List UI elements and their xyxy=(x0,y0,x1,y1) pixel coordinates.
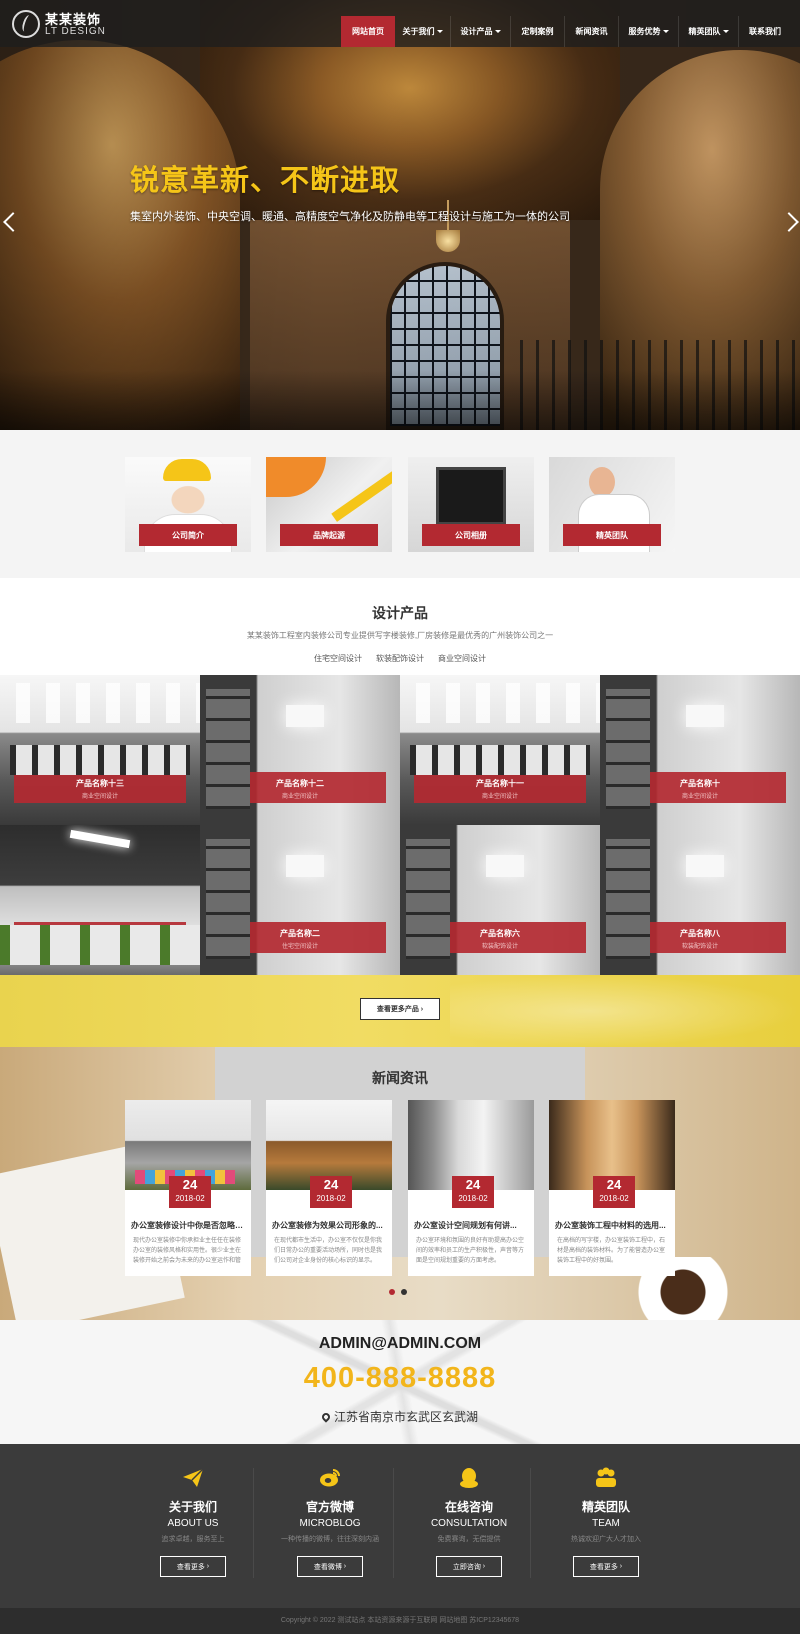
chevron-down-icon xyxy=(436,30,443,33)
more-products-button[interactable]: 查看更多产品 › xyxy=(360,998,440,1020)
feature-label: 公司简介 xyxy=(139,524,237,546)
product-name: 产品名称十一 xyxy=(476,779,524,788)
chevron-down-icon xyxy=(722,30,729,33)
product-grid: 产品名称十三 商业空间设计 产品名称十二 商业空间设计 产品名称十一 商业空间设计 产… xyxy=(0,675,800,975)
product-card[interactable]: 产品名称二住宅空间设计 xyxy=(200,825,400,975)
product-tabs: 住宅空间设计 软装配饰设计 商业空间设计 xyxy=(0,653,800,664)
logo-english: LT DESIGN xyxy=(45,26,106,37)
product-card[interactable]: 产品名称四住宅空间设计 xyxy=(0,825,200,975)
news-date-badge: 24 2018-02 xyxy=(593,1176,635,1208)
product-category: 商业空间设计 xyxy=(281,794,318,800)
news-excerpt: 现代办公室装修中你承担业主任任在装修办公室的装修风格和实用性。很少业主在装修开始… xyxy=(133,1238,242,1264)
nav-products[interactable]: 设计产品 xyxy=(451,16,511,47)
contact-address: 江苏省南京市玄武区玄武湖 xyxy=(0,1408,800,1425)
product-category: 住宅空间设计 xyxy=(281,944,318,950)
product-card[interactable]: 产品名称六软装配饰设计 xyxy=(400,825,600,975)
product-card[interactable]: 产品名称十三 商业空间设计 xyxy=(0,675,200,825)
product-card[interactable]: 产品名称十商业空间设计 xyxy=(600,675,800,825)
main-nav: 网站首页 关于我们 设计产品 定制案例 新闻资讯 服务优势 精英团队 联系我们 xyxy=(341,16,791,47)
news-title-link[interactable]: 办公室装修设计中你是否忽略了... xyxy=(131,1220,245,1231)
contact-phone: 400-888-8888 xyxy=(303,1362,497,1394)
news-title-link[interactable]: 办公室装饰工程中材料的选用... xyxy=(555,1220,669,1231)
footer-weibo-button[interactable]: 查看微博 › xyxy=(297,1556,363,1577)
map-pin-icon xyxy=(320,1411,332,1423)
carousel-dots xyxy=(389,1289,407,1295)
chevron-down-icon xyxy=(662,30,669,33)
footer-team-more-button[interactable]: 查看更多 › xyxy=(573,1556,639,1577)
news-date-badge: 24 2018-02 xyxy=(452,1176,494,1208)
product-category: 商业空间设计 xyxy=(81,794,118,800)
chevron-down-icon xyxy=(494,30,501,33)
product-name: 产品名称十二 xyxy=(276,779,324,788)
nav-cases[interactable]: 定制案例 xyxy=(511,16,565,47)
news-card[interactable]: 24 2018-02 办公室设计空间规划有何讲... 办公室环境和氛围的良好有助提… xyxy=(408,1100,534,1276)
footer-col-weibo: 官方微博 MICROBLOG 一种传播的微博，往往深刻内涵 查看微博 › xyxy=(260,1466,400,1577)
feature-card-about[interactable]: 公司简介 xyxy=(125,457,251,552)
nav-advantages[interactable]: 服务优势 xyxy=(619,16,679,47)
feature-label: 品牌起源 xyxy=(280,524,378,546)
news-title: 新闻资讯 xyxy=(372,1070,428,1086)
site-header: 某某装饰 LT DESIGN 网站首页 关于我们 设计产品 定制案例 新闻资讯 … xyxy=(0,0,800,47)
carousel-dot-active[interactable] xyxy=(389,1289,395,1295)
news-card[interactable]: 24 2018-02 办公室装饰工程中材料的选用... 在高档的写字楼，办公室装饰… xyxy=(549,1100,675,1276)
nav-team[interactable]: 精英团队 xyxy=(679,16,739,47)
nav-home[interactable]: 网站首页 xyxy=(341,16,395,47)
feature-card-album[interactable]: 公司相册 xyxy=(408,457,534,552)
nav-news[interactable]: 新闻资讯 xyxy=(565,16,619,47)
product-name: 产品名称四 xyxy=(80,929,120,938)
weibo-icon xyxy=(320,1469,340,1487)
tab-residential[interactable]: 住宅空间设计 xyxy=(314,653,362,664)
product-card[interactable]: 产品名称十一 商业空间设计 xyxy=(400,675,600,825)
product-name: 产品名称十三 xyxy=(76,779,124,788)
news-card[interactable]: 24 2018-02 办公室装修设计中你是否忽略了... 现代办公室装修中你承担业… xyxy=(125,1100,251,1276)
news-excerpt: 在现代都市生活中，办公室不仅仅是你我们日常办公的重要活动场所，同时也是我们公司对… xyxy=(274,1238,383,1264)
product-category: 商业空间设计 xyxy=(481,794,518,800)
feature-card-team[interactable]: 精英团队 xyxy=(549,457,675,552)
news-date-badge: 24 2018-02 xyxy=(169,1176,211,1208)
carousel-dot[interactable] xyxy=(401,1289,407,1295)
chevron-right-icon: › xyxy=(420,1005,424,1013)
product-name: 产品名称二 xyxy=(280,929,320,938)
footer-col-about: 关于我们 ABOUT US 追求卓越，服务至上 查看更多 › xyxy=(123,1466,263,1577)
tab-soft-decoration[interactable]: 软装配饰设计 xyxy=(376,653,424,664)
copyright-bar: Copyright © 2022 测试站点 本站资源来源于互联网 网站地图 苏I… xyxy=(0,1608,800,1634)
feature-label: 公司相册 xyxy=(422,524,520,546)
contact-email[interactable]: ADMIN@ADMIN.COM xyxy=(0,1335,800,1353)
hero-banner: 锐意革新、不断进取 集室内外装饰、中央空调、暖通、高精度空气净化及防静电等工程设… xyxy=(0,0,800,430)
product-card[interactable]: 产品名称八软装配饰设计 xyxy=(600,825,800,975)
tab-commercial[interactable]: 商业空间设计 xyxy=(438,653,486,664)
footer-about-more-button[interactable]: 查看更多 › xyxy=(160,1556,226,1577)
hero-title: 锐意革新、不断进取 xyxy=(130,165,401,197)
news-excerpt: 办公室环境和氛围的良好有助提高办公空间的效率和员工的生产积极性，声音等方面是空间… xyxy=(416,1238,525,1264)
products-description: 某某装饰工程室内装修公司专业提供写字楼装修,厂房装修是最优秀的广州装饰公司之一 xyxy=(246,631,554,640)
site-logo[interactable]: 某某装饰 LT DESIGN xyxy=(12,6,112,42)
feature-section: 公司简介 品牌起源 公司相册 精英团队 xyxy=(0,430,800,578)
product-name: 产品名称八 xyxy=(680,929,720,938)
news-date-badge: 24 2018-02 xyxy=(310,1176,352,1208)
product-name: 产品名称十 xyxy=(680,779,720,788)
product-card[interactable]: 产品名称十二 商业空间设计 xyxy=(200,675,400,825)
nav-about[interactable]: 关于我们 xyxy=(395,16,451,47)
footer-consult-button[interactable]: 立即咨询 › xyxy=(436,1556,502,1577)
hero-subtitle: 集室内外装饰、中央空调、暖通、高精度空气净化及防静电等工程设计与施工为一体的公司 xyxy=(130,211,570,223)
news-title-link[interactable]: 办公室装修为效果公司形象的... xyxy=(272,1220,386,1231)
feature-label: 精英团队 xyxy=(563,524,661,546)
product-category: 商业空间设计 xyxy=(681,794,718,800)
qq-penguin-icon xyxy=(460,1468,478,1488)
nav-contact[interactable]: 联系我们 xyxy=(739,16,791,47)
product-category: 软装配饰设计 xyxy=(681,944,718,950)
feature-card-brand[interactable]: 品牌起源 xyxy=(266,457,392,552)
footer-col-consult: 在线咨询 CONSULTATION 免费赛询，无偿提供 立即咨询 › xyxy=(399,1466,539,1577)
product-name: 产品名称六 xyxy=(480,929,520,938)
news-card[interactable]: 24 2018-02 办公室装修为效果公司形象的... 在现代都市生活中，办公室不… xyxy=(266,1100,392,1276)
logo-flame-icon xyxy=(12,10,40,38)
product-category: 住宅空间设计 xyxy=(81,944,118,950)
product-category: 软装配饰设计 xyxy=(481,944,518,950)
footer-col-team: 精英团队 TEAM 热诚欢迎广大人才加入 查看更多 › xyxy=(536,1466,676,1577)
team-icon xyxy=(596,1467,616,1487)
news-title-link[interactable]: 办公室设计空间规划有何讲... xyxy=(414,1220,528,1231)
products-title: 设计产品 xyxy=(372,605,428,621)
paper-plane-icon xyxy=(183,1468,204,1487)
news-excerpt: 在高档的写字楼，办公室装饰工程中，石材是高档的装饰材料。为了能营造办公室装饰工程… xyxy=(557,1238,666,1264)
